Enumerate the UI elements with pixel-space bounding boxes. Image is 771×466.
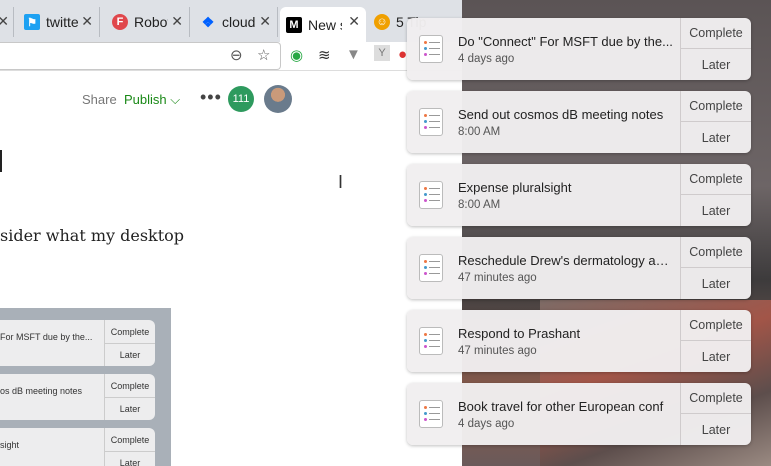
dropbox-icon: ❖: [201, 13, 215, 30]
tab-label: cloudi: [222, 14, 256, 30]
complete-button[interactable]: Complete: [680, 164, 751, 195]
shot-notification: For MSFT due by the... Complete Later: [0, 320, 155, 366]
extension-red-icon[interactable]: ●: [398, 46, 407, 63]
complete-button[interactable]: Complete: [680, 310, 751, 341]
complete-button[interactable]: Complete: [680, 383, 751, 414]
reminder-notification[interactable]: Book travel for other European conf 4 da…: [407, 383, 751, 445]
notification-title: Book travel for other European conf: [458, 399, 664, 414]
reminder-notification[interactable]: Respond to Prashant 47 minutes ago Compl…: [407, 310, 751, 372]
chevron-down-icon: ⌵: [170, 92, 181, 107]
shot-title: os dB meeting notes: [0, 386, 83, 396]
tab-dropbox[interactable]: ❖ cloudi ✕: [194, 7, 278, 37]
close-icon[interactable]: ✕: [81, 13, 93, 30]
shot-title: For MSFT due by the...: [0, 332, 93, 342]
notification-title: Expense pluralsight: [458, 180, 572, 195]
shot-complete: Complete: [104, 374, 155, 398]
star-icon[interactable]: ☆: [257, 46, 270, 64]
twitter-flag-icon: ⚑: [24, 14, 40, 30]
notification-time: 4 days ago: [458, 53, 515, 65]
buffer-icon[interactable]: ≋: [318, 46, 331, 64]
reminders-app-icon: [419, 327, 443, 355]
reminders-app-icon: [419, 400, 443, 428]
notification-title: Respond to Prashant: [458, 326, 581, 341]
tab-partial[interactable]: ✕: [0, 7, 14, 37]
orange-circle-icon: ☺: [374, 14, 390, 30]
shot-later: Later: [104, 343, 155, 366]
notification-count-badge[interactable]: 111: [228, 86, 254, 112]
later-button[interactable]: Later: [680, 341, 751, 372]
y-extension-icon[interactable]: Y: [374, 45, 390, 61]
grammarly-icon[interactable]: ◉: [290, 46, 303, 64]
tab-twitter[interactable]: ⚑ twitte ✕: [18, 7, 100, 37]
complete-button[interactable]: Complete: [680, 237, 751, 268]
close-icon[interactable]: ✕: [348, 13, 360, 30]
vivaldi-v-icon[interactable]: ▼: [346, 46, 361, 63]
tab-robot[interactable]: F Robot ✕: [106, 7, 190, 37]
notification-time: 4 days ago: [458, 418, 515, 430]
ibeam-cursor-icon: I: [338, 172, 344, 192]
robot-f-icon: F: [112, 14, 128, 30]
notification-time: 47 minutes ago: [458, 272, 537, 284]
close-icon[interactable]: ✕: [259, 13, 271, 30]
complete-button[interactable]: Complete: [680, 91, 751, 122]
notification-title: Send out cosmos dB meeting notes: [458, 107, 664, 122]
notification-title: Reschedule Drew's dermatology ap...: [458, 253, 673, 268]
notification-time: 8:00 AM: [458, 126, 501, 138]
publish-label: Publish: [124, 92, 167, 107]
tab-label: New s: [308, 16, 342, 33]
later-button[interactable]: Later: [680, 195, 751, 226]
publish-button[interactable]: Publish ⌵: [124, 92, 180, 108]
shot-notification: os dB meeting notes Complete Later: [0, 374, 155, 420]
reminder-notification[interactable]: Expense pluralsight 8:00 AM Complete Lat…: [407, 164, 751, 226]
complete-button[interactable]: Complete: [680, 18, 751, 49]
reminder-notification[interactable]: Do "Connect" For MSFT due by the... 4 da…: [407, 18, 751, 80]
reminders-app-icon: [419, 181, 443, 209]
notification-title: Do "Connect" For MSFT due by the...: [458, 34, 673, 49]
embedded-screenshot: For MSFT due by the... Complete Later os…: [0, 308, 171, 466]
close-icon[interactable]: ✕: [0, 13, 9, 30]
tab-medium-new-story[interactable]: M New s ✕: [280, 7, 366, 42]
shot-complete: Complete: [104, 428, 155, 452]
shot-notification: sight Complete Later: [0, 428, 155, 466]
notification-time: 8:00 AM: [458, 199, 501, 211]
share-link[interactable]: Share: [82, 92, 117, 107]
reminders-app-icon: [419, 108, 443, 136]
zoom-icon[interactable]: ⊖: [230, 46, 243, 64]
reminders-app-icon: [419, 254, 443, 282]
later-button[interactable]: Later: [680, 122, 751, 153]
more-options-icon[interactable]: •••: [200, 87, 222, 108]
notification-time: 47 minutes ago: [458, 345, 537, 357]
later-button[interactable]: Later: [680, 268, 751, 299]
tab-label: Robot: [134, 14, 168, 30]
text-caret: [0, 150, 2, 172]
reminders-app-icon: [419, 35, 443, 63]
avatar[interactable]: [264, 85, 292, 113]
close-icon[interactable]: ✕: [171, 13, 183, 30]
shot-later: Later: [104, 451, 155, 466]
later-button[interactable]: Later: [680, 49, 751, 80]
later-button[interactable]: Later: [680, 414, 751, 445]
shot-title: sight: [0, 440, 20, 450]
story-body-text[interactable]: sider what my desktop: [0, 226, 184, 245]
reminder-notification[interactable]: Reschedule Drew's dermatology ap... 47 m…: [407, 237, 751, 299]
shot-complete: Complete: [104, 320, 155, 344]
tab-label: twitte: [46, 14, 79, 30]
medium-m-icon: M: [286, 16, 302, 33]
reminder-notification[interactable]: Send out cosmos dB meeting notes 8:00 AM…: [407, 91, 751, 153]
shot-later: Later: [104, 397, 155, 420]
